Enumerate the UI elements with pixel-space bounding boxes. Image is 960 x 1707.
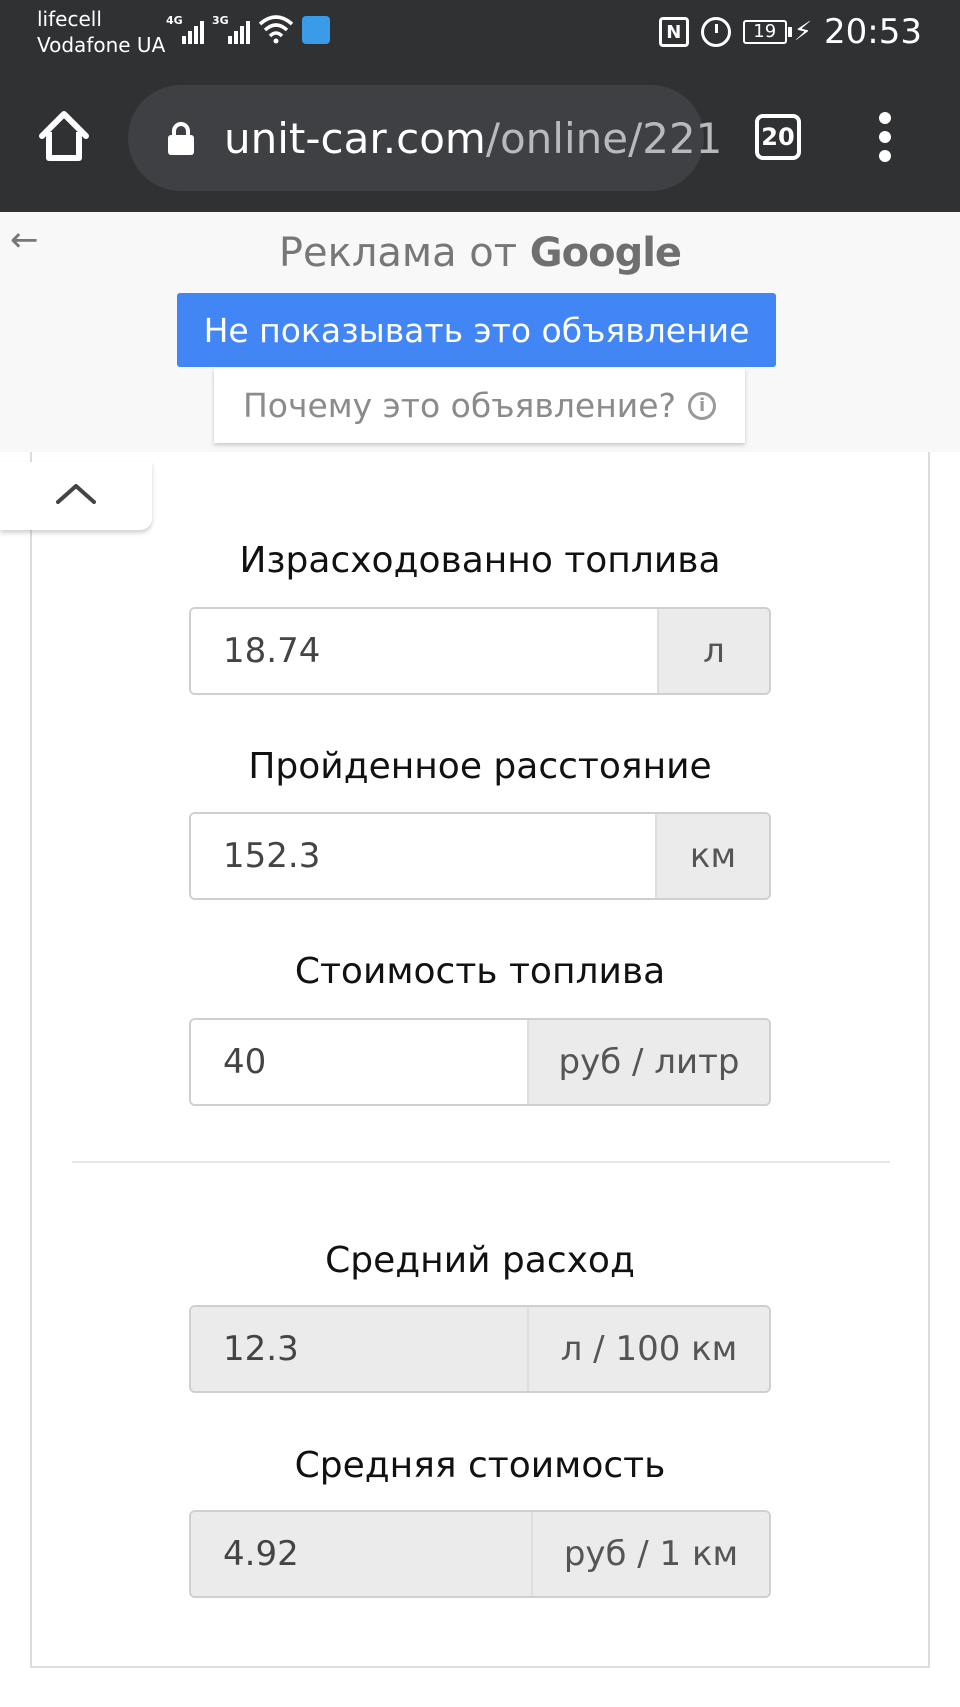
hide-ad-button[interactable]: Не показывать это объявление [177, 293, 776, 367]
avg-consumption-unit: л / 100 км [527, 1307, 769, 1391]
fuel-used-input[interactable]: 18.74 [191, 609, 657, 693]
chevron-up-icon [56, 484, 96, 504]
avg-cost-field: 4.92 руб / 1 км [189, 1510, 771, 1598]
network-type-2: 3G [212, 14, 229, 27]
distance-field: 152.3 км [189, 812, 771, 900]
network-type-1: 4G [166, 14, 183, 27]
fuel-used-unit: л [657, 609, 769, 693]
battery-icon: 19 ⚡ [742, 17, 813, 47]
carrier-2: Vodafone UA [37, 33, 166, 57]
browser-toolbar: unit-car.com/online/221 20 [0, 66, 960, 212]
carrier-names: lifecell Vodafone UA [37, 6, 165, 58]
clock: 20:53 [824, 12, 922, 52]
address-bar[interactable]: unit-car.com/online/221 [128, 85, 722, 191]
tab-switcher-button[interactable]: 20 [755, 114, 801, 160]
fuel-used-field: 18.74 л [189, 607, 771, 695]
distance-label: Пройденное расстояние [248, 746, 712, 787]
ad-label: Реклама от Google [0, 230, 960, 276]
more-menu-icon[interactable] [870, 112, 900, 162]
avg-cost-output: 4.92 [191, 1512, 531, 1596]
why-this-ad-label: Почему это объявление? [242, 386, 677, 425]
nfc-icon: N [658, 17, 689, 47]
fuel-price-input[interactable]: 40 [191, 1020, 527, 1104]
signal-3g-icon: 3G [212, 14, 250, 44]
fuel-price-field: 40 руб / литр [189, 1018, 771, 1106]
avg-consumption-label: Средний расход [325, 1240, 635, 1281]
info-icon: i [688, 391, 717, 420]
google-logo: Google [529, 230, 682, 276]
wifi-icon [258, 15, 294, 44]
url-text[interactable]: unit-car.com/online/221 [224, 113, 722, 165]
charging-icon: ⚡ [793, 17, 813, 47]
avg-cost-label: Средняя стоимость [294, 1445, 666, 1486]
avg-consumption-output: 12.3 [191, 1307, 527, 1391]
results-divider [72, 1161, 890, 1163]
fuel-used-label: Израсходованно топлива [239, 540, 721, 581]
app-notification-icon [302, 16, 330, 44]
alarm-icon [700, 17, 731, 47]
battery-level: 19 [742, 20, 787, 44]
avg-consumption-field: 12.3 л / 100 км [189, 1305, 771, 1393]
network-icons: 4G 3G [166, 14, 330, 44]
fuel-price-label: Стоимость топлива [294, 951, 666, 992]
lock-icon [168, 122, 194, 155]
fuel-price-unit: руб / литр [527, 1020, 769, 1104]
url-host: unit-car.com [224, 114, 486, 163]
distance-input[interactable]: 152.3 [191, 814, 655, 898]
avg-cost-unit: руб / 1 км [531, 1512, 769, 1596]
ad-banner: ← Реклама от Google Не показывать это об… [0, 212, 960, 452]
distance-unit: км [655, 814, 769, 898]
status-right: N 19 ⚡ 20:53 [658, 12, 922, 52]
signal-4g-icon: 4G [166, 14, 204, 44]
why-this-ad-button[interactable]: Почему это объявление? i [214, 368, 745, 443]
status-bar: lifecell Vodafone UA 4G 3G N 19 ⚡ 20:53 [0, 0, 960, 66]
ad-label-prefix: Реклама от [278, 230, 518, 276]
collapse-button[interactable] [0, 462, 152, 530]
carrier-1: lifecell [37, 7, 102, 31]
home-icon[interactable] [34, 106, 94, 166]
url-path: /online/221 [485, 114, 723, 163]
